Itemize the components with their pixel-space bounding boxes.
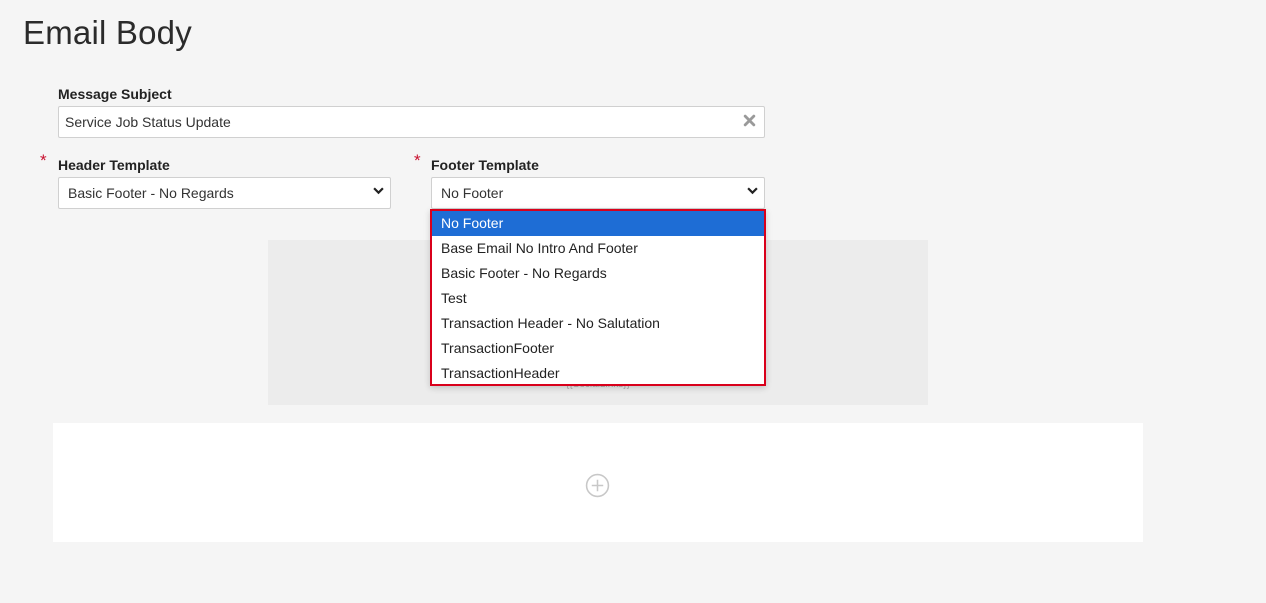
footer-template-label: Footer Template [431,157,539,173]
chevron-down-icon [373,187,384,195]
message-subject-value: Service Job Status Update [65,114,231,130]
footer-option[interactable]: TransactionHeader [432,361,764,386]
message-subject-input[interactable]: Service Job Status Update [58,106,765,138]
footer-template-value: No Footer [441,185,504,201]
footer-option[interactable]: Base Email No Intro And Footer [432,236,764,261]
footer-option[interactable]: Test [432,286,764,311]
header-template-label: Header Template [58,157,170,173]
plus-circle-icon[interactable] [585,473,610,498]
header-template-value: Basic Footer - No Regards [68,185,234,201]
footer-option[interactable]: TransactionFooter [432,336,764,361]
page-title: Email Body [23,14,192,51]
header-template-select[interactable]: Basic Footer - No Regards [58,177,391,209]
footer-option[interactable]: Basic Footer - No Regards [432,261,764,286]
header-required-mark: * [40,151,47,170]
footer-template-select[interactable]: No Footer [431,177,765,209]
footer-required-mark: * [414,151,421,170]
clear-icon[interactable] [743,114,756,127]
footer-template-options: No Footer Base Email No Intro And Footer… [430,209,766,386]
message-subject-label: Message Subject [58,86,172,102]
footer-option[interactable]: No Footer [432,211,764,236]
email-body-area [53,423,1143,542]
footer-option[interactable]: Transaction Header - No Salutation [432,311,764,336]
chevron-down-icon [747,187,758,195]
